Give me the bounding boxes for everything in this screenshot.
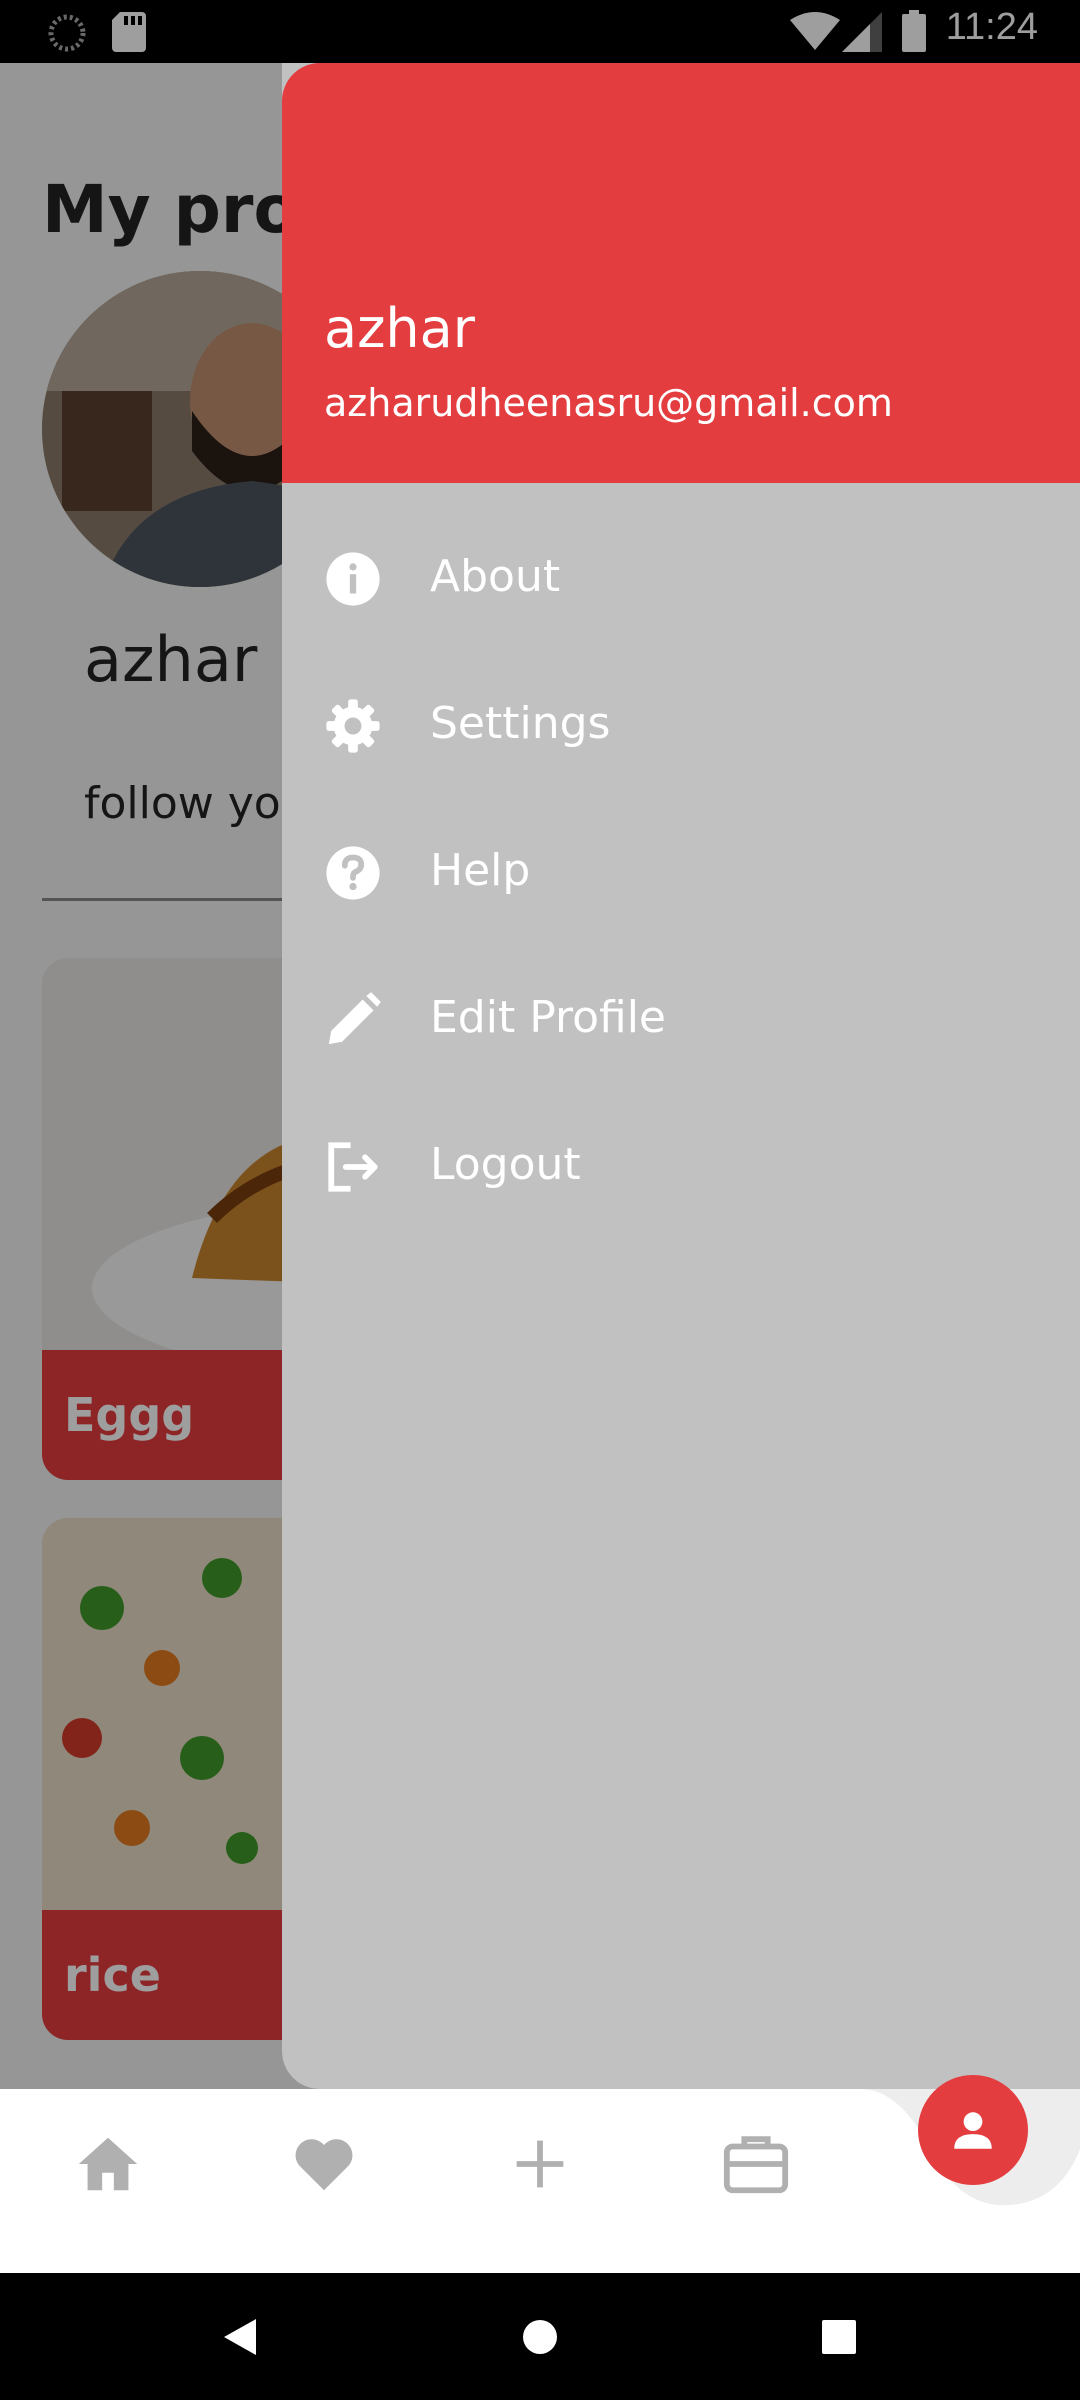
info-icon — [326, 552, 380, 606]
plus-icon[interactable] — [505, 2129, 575, 2199]
heart-icon[interactable] — [289, 2129, 359, 2199]
menu-item-edit-profile[interactable]: Edit Profile — [282, 955, 1080, 1085]
back-icon[interactable] — [222, 2317, 258, 2357]
briefcase-icon[interactable] — [721, 2129, 791, 2199]
drawer-user-email: azharudheenasru@gmail.com — [324, 381, 893, 425]
drawer-user-name: azhar — [324, 297, 475, 360]
help-icon — [326, 846, 380, 900]
menu-item-label: About — [430, 551, 561, 602]
menu-item-help[interactable]: Help — [282, 808, 1080, 938]
person-icon — [954, 2112, 992, 2149]
menu-item-label: Logout — [430, 1139, 581, 1190]
navigation-drawer: azhar azharudheenasru@gmail.com About Se… — [282, 63, 1080, 2089]
logout-icon — [328, 1142, 378, 1192]
recents-icon[interactable] — [822, 2320, 856, 2354]
menu-item-about[interactable]: About — [282, 514, 1080, 644]
bottom-navigation — [0, 2089, 1080, 2273]
home-circle-icon[interactable] — [522, 2319, 558, 2355]
gear-icon — [326, 699, 380, 753]
menu-item-settings[interactable]: Settings — [282, 661, 1080, 791]
profile-nav-button[interactable] — [918, 2075, 1028, 2185]
home-icon[interactable] — [73, 2129, 143, 2199]
menu-item-label: Help — [430, 845, 531, 896]
pencil-icon — [328, 992, 381, 1045]
menu-item-label: Settings — [430, 698, 611, 749]
menu-item-label: Edit Profile — [430, 992, 667, 1043]
menu-item-logout[interactable]: Logout — [282, 1102, 1080, 1232]
system-navigation-bar — [0, 2273, 1080, 2400]
drawer-header: azhar azharudheenasru@gmail.com — [282, 63, 1080, 483]
